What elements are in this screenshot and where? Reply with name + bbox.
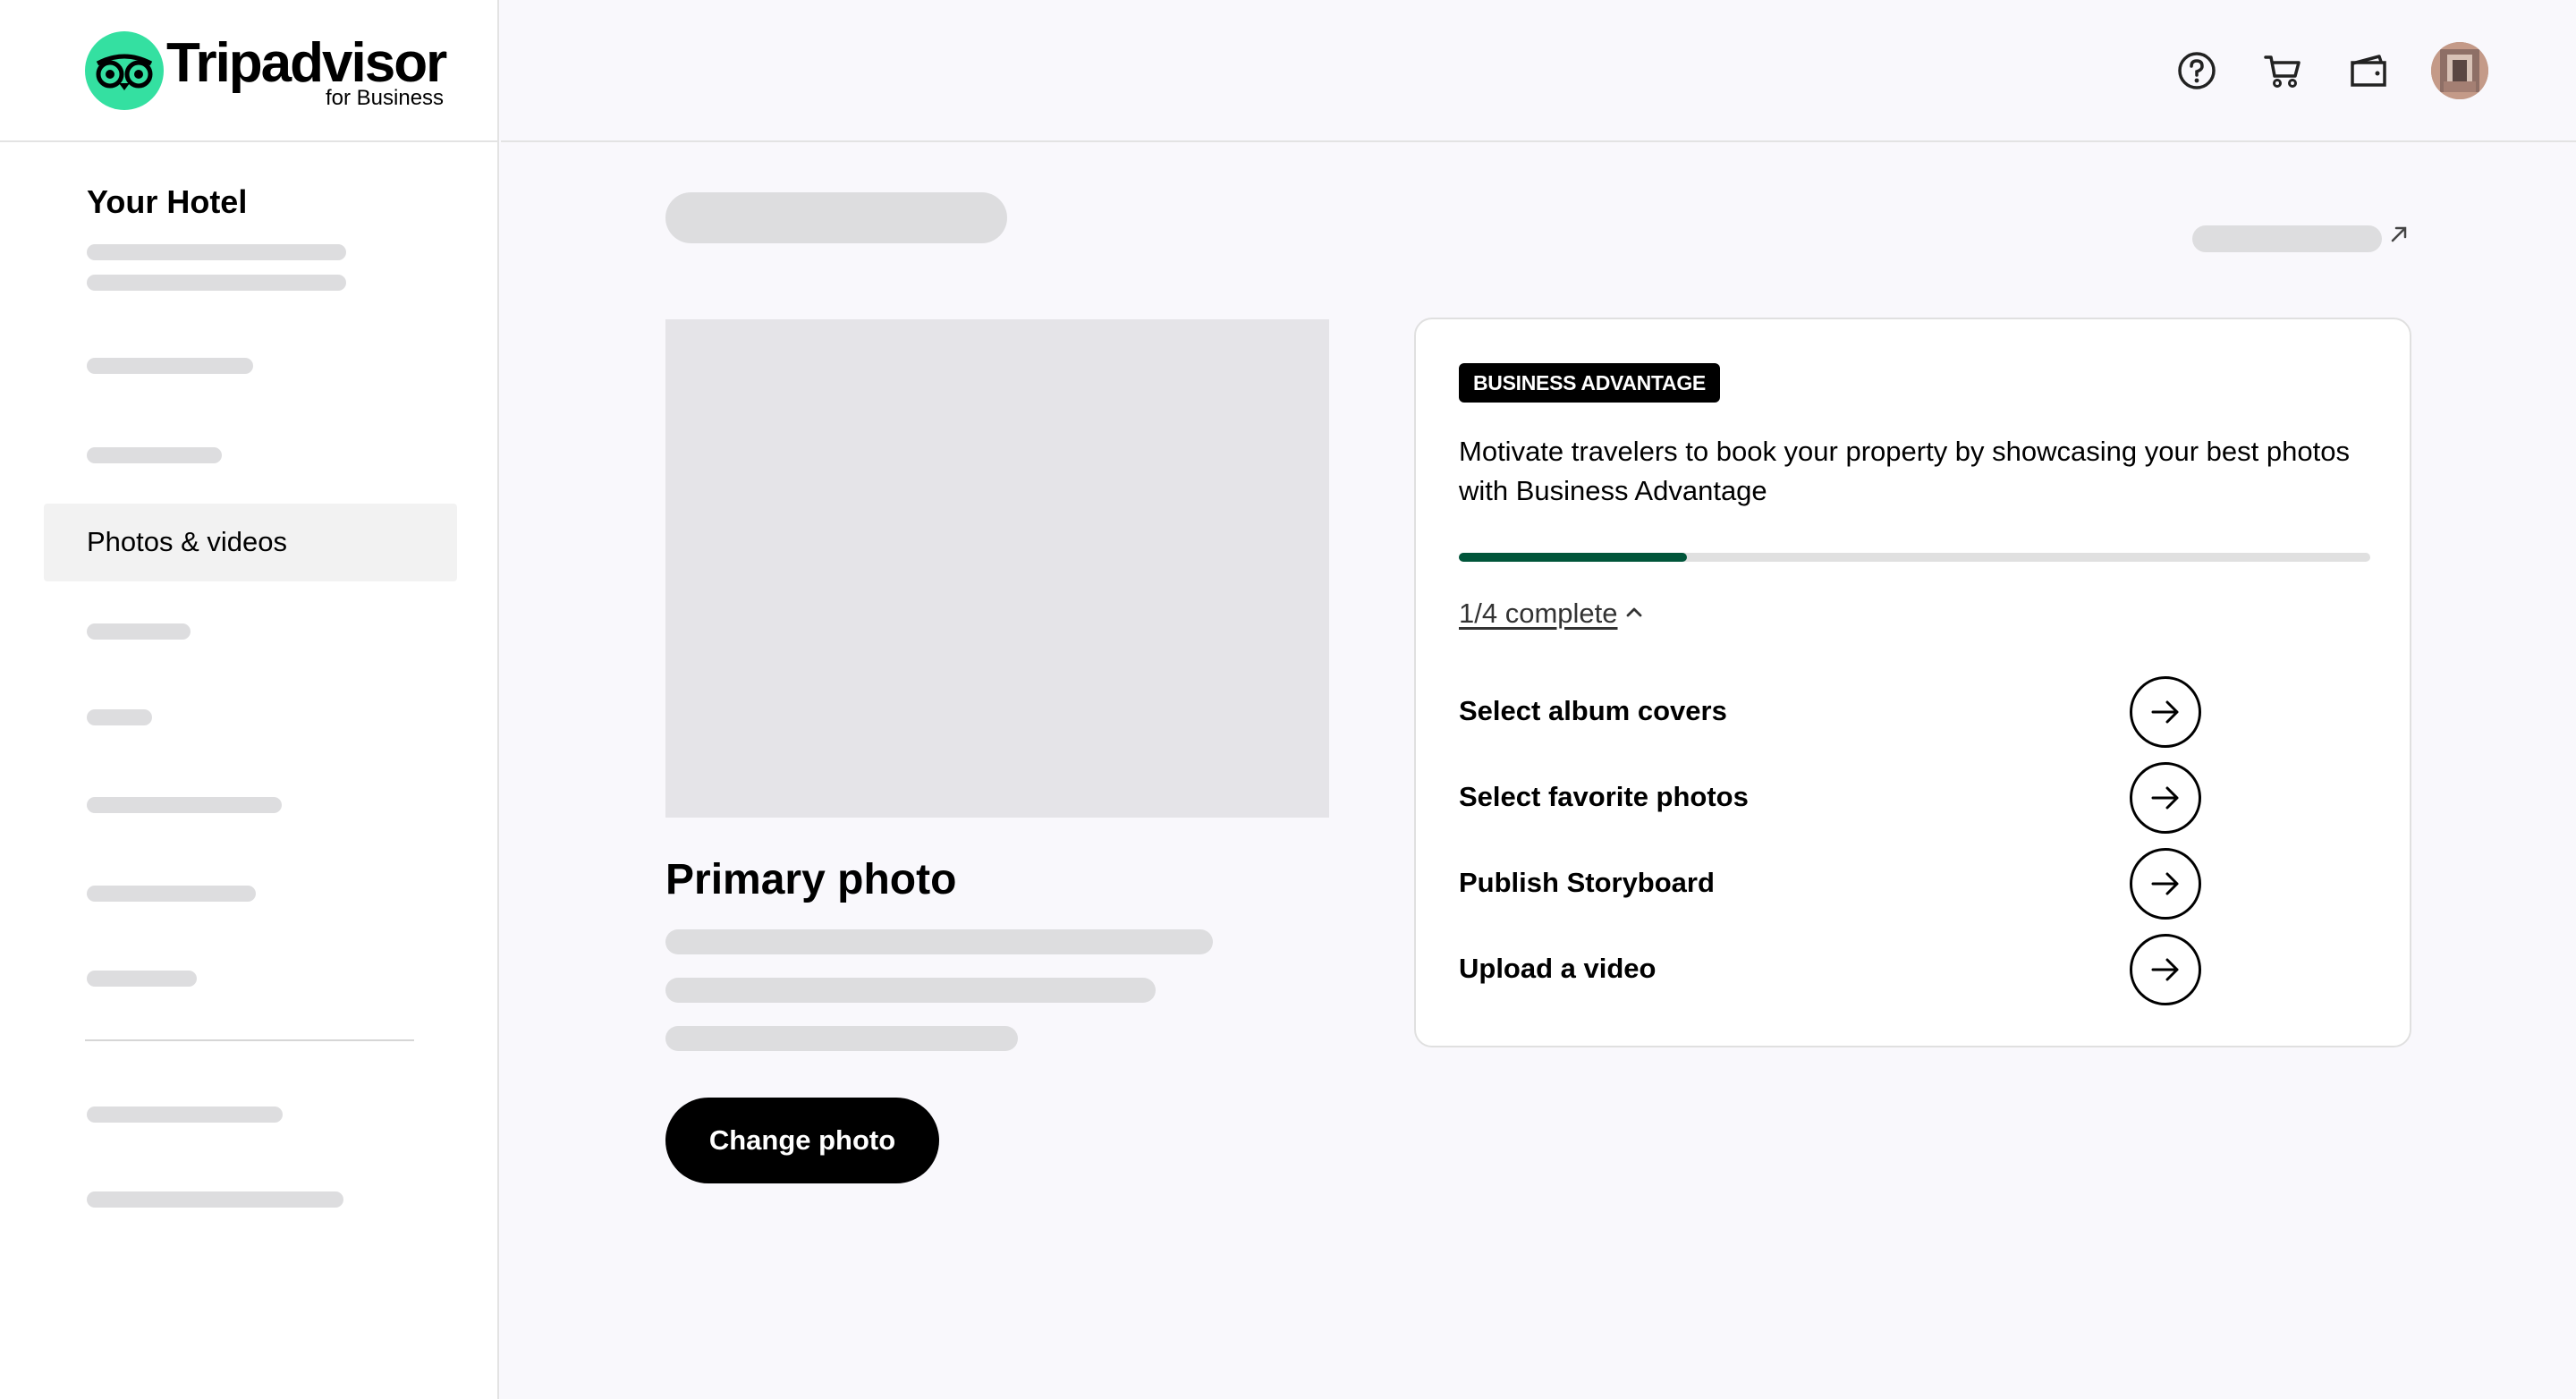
primary-photo-placeholder <box>665 319 1329 818</box>
progress-bar-fill <box>1459 553 1687 562</box>
arrow-right-icon <box>2151 700 2179 724</box>
arrow-right-icon <box>2151 786 2179 810</box>
external-link-skeleton[interactable] <box>2192 225 2382 252</box>
sidebar: Tripadvisor for Business Your Hotel Phot… <box>0 0 499 1399</box>
progress-label[interactable]: 1/4 complete <box>1459 598 1618 630</box>
nav-divider <box>85 1039 414 1041</box>
brand-subtitle: for Business <box>326 86 445 110</box>
nav-skeleton-item[interactable] <box>87 886 256 902</box>
nav-skeleton-item[interactable] <box>87 1106 283 1123</box>
logo-area: Tripadvisor for Business <box>0 0 499 142</box>
external-link-arrow-icon[interactable] <box>2388 224 2410 245</box>
arrow-right-icon <box>2151 872 2179 895</box>
page-title-skeleton <box>665 192 1007 243</box>
task-label: Upload a video <box>1459 953 1657 984</box>
card-description: Motivate travelers to book your property… <box>1459 436 2350 506</box>
task-label: Select favorite photos <box>1459 781 1749 812</box>
task-go-button[interactable] <box>2130 762 2201 834</box>
task-publish-storyboard[interactable]: Publish Storyboard <box>1459 848 2210 921</box>
nav-skeleton-item[interactable] <box>87 358 253 374</box>
nav-skeleton-item[interactable] <box>87 971 197 987</box>
task-select-album-covers[interactable]: Select album covers <box>1459 676 2210 750</box>
task-label: Publish Storyboard <box>1459 867 1715 898</box>
help-icon[interactable] <box>2175 49 2218 92</box>
business-advantage-card: BUSINESS ADVANTAGE Motivate travelers to… <box>1414 318 2411 1047</box>
nav-skeleton-line <box>87 275 346 291</box>
cart-icon[interactable] <box>2261 49 2304 92</box>
task-go-button[interactable] <box>2130 848 2201 920</box>
nav-skeleton-item[interactable] <box>87 447 222 463</box>
photo-caption-skeleton <box>665 978 1156 1003</box>
business-advantage-badge: BUSINESS ADVANTAGE <box>1459 363 1720 403</box>
wallet-icon[interactable] <box>2347 49 2390 92</box>
sidebar-item-label: Photos & videos <box>87 526 288 557</box>
photo-caption-skeleton <box>665 929 1213 954</box>
progress-toggle[interactable]: 1/4 complete <box>1459 598 1645 630</box>
nav-skeleton-item[interactable] <box>87 623 191 640</box>
sidebar-item-photos-videos[interactable]: Photos & videos <box>44 504 457 581</box>
nav-skeleton-line <box>87 244 346 260</box>
chevron-up-icon[interactable] <box>1623 601 1645 627</box>
avatar[interactable] <box>2431 42 2488 99</box>
progress-bar <box>1459 553 2370 562</box>
nav-skeleton-item[interactable] <box>87 709 152 725</box>
top-bar <box>501 0 2576 142</box>
tripadvisor-owl-logo-icon[interactable] <box>85 31 164 110</box>
photo-caption-skeleton <box>665 1026 1018 1051</box>
task-label: Select album covers <box>1459 695 1727 726</box>
change-photo-button[interactable]: Change photo <box>665 1098 939 1183</box>
task-go-button[interactable] <box>2130 676 2201 748</box>
arrow-right-icon <box>2151 958 2179 981</box>
task-upload-video[interactable]: Upload a video <box>1459 934 2210 1007</box>
task-go-button[interactable] <box>2130 934 2201 1005</box>
nav-skeleton-item[interactable] <box>87 797 282 813</box>
nav-skeleton-item[interactable] <box>87 1191 343 1208</box>
brand-name: Tripadvisor <box>166 32 447 94</box>
primary-photo-title: Primary photo <box>665 856 957 903</box>
hotel-title: Your Hotel <box>87 183 248 220</box>
task-select-favorite-photos[interactable]: Select favorite photos <box>1459 762 2210 835</box>
